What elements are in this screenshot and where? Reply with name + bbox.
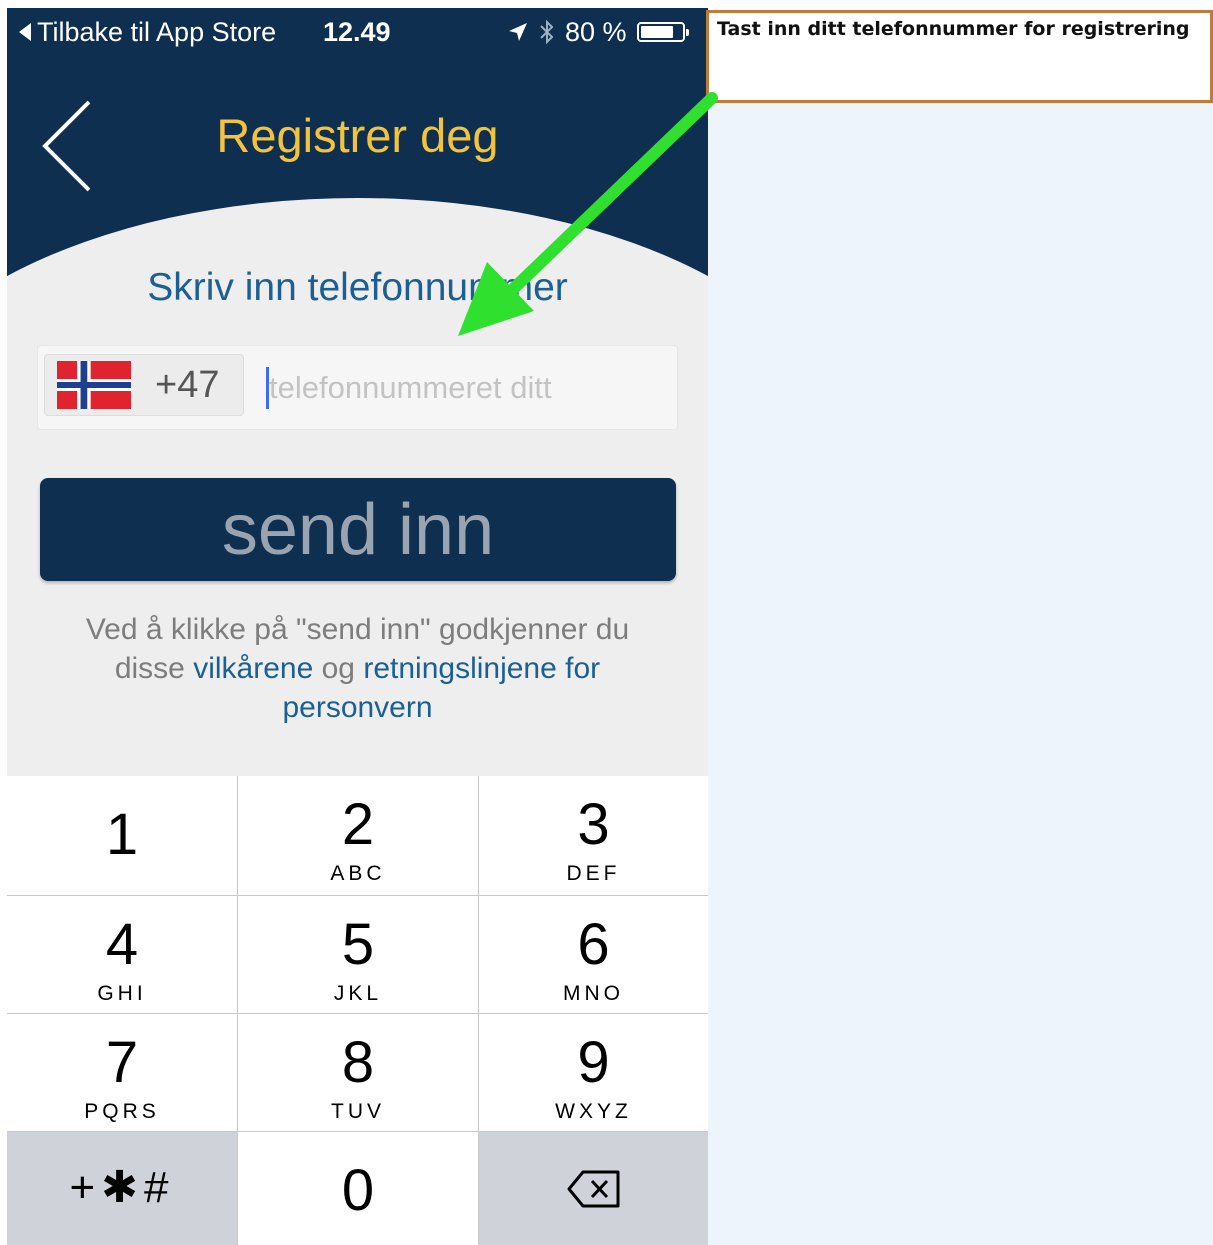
keypad-key-9[interactable]: 9 WXYZ [479, 1014, 708, 1132]
consent-conjunction: og [321, 652, 355, 685]
key-symbols-label: +✱# [69, 1163, 175, 1212]
key-digit: 3 [577, 792, 610, 857]
key-letters: TUV [331, 1100, 385, 1123]
phone-number-input[interactable] [263, 360, 663, 416]
annotation-background [708, 100, 1213, 1245]
page-title: Registrer deg [216, 109, 499, 162]
phone-screen: Tilbake til App Store 12.49 80 % Registr… [7, 8, 708, 1245]
keypad-key-0[interactable]: 0 [238, 1132, 479, 1245]
annotation-callout: Tast inn ditt telefonnummer for registre… [706, 10, 1213, 103]
keypad-key-1[interactable]: 1 [7, 776, 238, 896]
key-letters: ABC [330, 862, 386, 885]
keypad-key-4[interactable]: 4 GHI [7, 896, 238, 1014]
keypad-key-7[interactable]: 7 PQRS [7, 1014, 238, 1132]
key-letters: PQRS [84, 1100, 160, 1123]
key-digit: 8 [341, 1030, 375, 1095]
terms-link[interactable]: vilkårene [193, 652, 313, 685]
country-code-picker[interactable]: +47 [44, 354, 244, 416]
key-digit: 5 [341, 912, 375, 977]
key-digit: 7 [105, 1030, 139, 1095]
norway-flag-icon [57, 361, 131, 409]
key-digit: 1 [105, 802, 139, 867]
keypad-key-6[interactable]: 6 MNO [479, 896, 708, 1014]
key-digit: 2 [341, 792, 375, 857]
back-to-app-store-label: Tilbake til App Store [37, 17, 277, 47]
country-dial-code: +47 [155, 363, 220, 406]
back-to-app-store-link[interactable]: Tilbake til App Store [19, 16, 276, 48]
back-triangle-icon [19, 23, 31, 41]
text-cursor [266, 367, 269, 409]
keypad-delete-key[interactable] [479, 1132, 708, 1245]
submit-button[interactable]: send inn [40, 478, 676, 581]
location-arrow-icon [509, 23, 527, 41]
battery-icon [636, 22, 689, 42]
key-letters: WXYZ [555, 1100, 632, 1123]
keypad-key-3[interactable]: 3 DEF [479, 776, 708, 896]
consent-text: Ved å klikke på "send inn" godkjenner du… [47, 610, 668, 727]
numeric-keypad: 1 2 ABC 3 DEF 4 GHI 5 JKL 6 MNO 7 PQRS 8… [7, 776, 708, 1245]
key-letters: GHI [97, 982, 147, 1005]
bluetooth-icon [540, 19, 554, 45]
backspace-icon [567, 1170, 619, 1208]
key-letters: JKL [333, 982, 383, 1005]
battery-percentage: 80 % [565, 17, 627, 47]
key-digit: 0 [341, 1158, 375, 1223]
keypad-key-8[interactable]: 8 TUV [238, 1014, 479, 1132]
key-digit: 6 [577, 912, 610, 977]
phone-instruction: Skriv inn telefonnummer [147, 266, 568, 309]
keypad-key-5[interactable]: 5 JKL [238, 896, 479, 1014]
key-digit: 4 [105, 912, 139, 977]
keypad-key-2[interactable]: 2 ABC [238, 776, 479, 896]
status-time: 12.49 [323, 17, 391, 47]
key-digit: 9 [577, 1030, 610, 1095]
keypad-key-symbols[interactable]: +✱# [7, 1132, 238, 1245]
battery-level-fill [640, 26, 673, 38]
key-letters: DEF [566, 862, 621, 885]
status-indicators: 80 % [507, 16, 689, 48]
phone-number-row: +47 [37, 345, 678, 430]
key-letters: MNO [563, 982, 624, 1005]
